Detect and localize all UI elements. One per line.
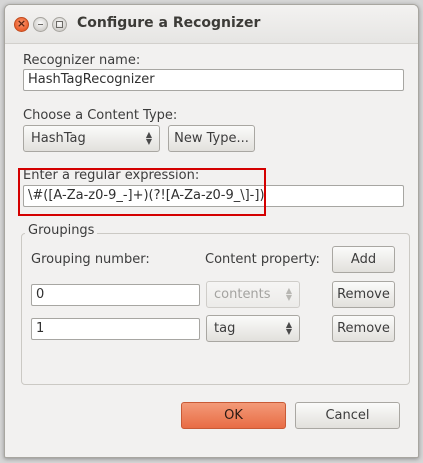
recognizer-name-label: Recognizer name: (23, 53, 141, 68)
title-bar: × Configure a Recognizer (5, 5, 418, 44)
regex-highlight-box (18, 168, 266, 216)
up-down-arrows-icon: ▲ ▼ (285, 320, 293, 336)
cancel-button[interactable]: Cancel (295, 402, 400, 429)
groupings-title: Groupings (25, 223, 98, 238)
content-property-label: Content property: (205, 252, 320, 267)
grouping-number-field-1[interactable]: 1 (31, 318, 200, 340)
remove-grouping-button-1[interactable]: Remove (332, 315, 395, 342)
content-type-select[interactable]: HashTag ▲ ▼ (23, 125, 160, 152)
close-icon[interactable]: × (14, 17, 29, 32)
new-type-button[interactable]: New Type... (168, 125, 255, 152)
remove-grouping-button-0[interactable]: Remove (332, 281, 395, 308)
dialog-title: Configure a Recognizer (77, 15, 261, 31)
content-property-select-0: contents ▲ ▼ (206, 281, 300, 308)
up-down-arrows-icon: ▲ ▼ (145, 130, 153, 146)
grouping-number-field-0[interactable]: 0 (31, 284, 200, 306)
configure-recognizer-dialog: × Configure a Recognizer Recognizer name… (4, 4, 419, 458)
content-type-label: Choose a Content Type: (23, 108, 178, 123)
content-property-value-1: tag (214, 321, 236, 336)
up-down-arrows-icon: ▲ ▼ (285, 286, 293, 302)
content-property-value-0: contents (214, 287, 271, 302)
add-grouping-button[interactable]: Add (332, 246, 395, 273)
content-property-select-1[interactable]: tag ▲ ▼ (206, 315, 300, 342)
minimize-icon[interactable] (33, 17, 48, 32)
ok-button[interactable]: OK (181, 402, 286, 429)
grouping-number-label: Grouping number: (31, 252, 150, 267)
content-type-value: HashTag (31, 131, 86, 146)
recognizer-name-field[interactable]: HashTagRecognizer (23, 69, 404, 91)
maximize-icon[interactable] (52, 17, 67, 32)
